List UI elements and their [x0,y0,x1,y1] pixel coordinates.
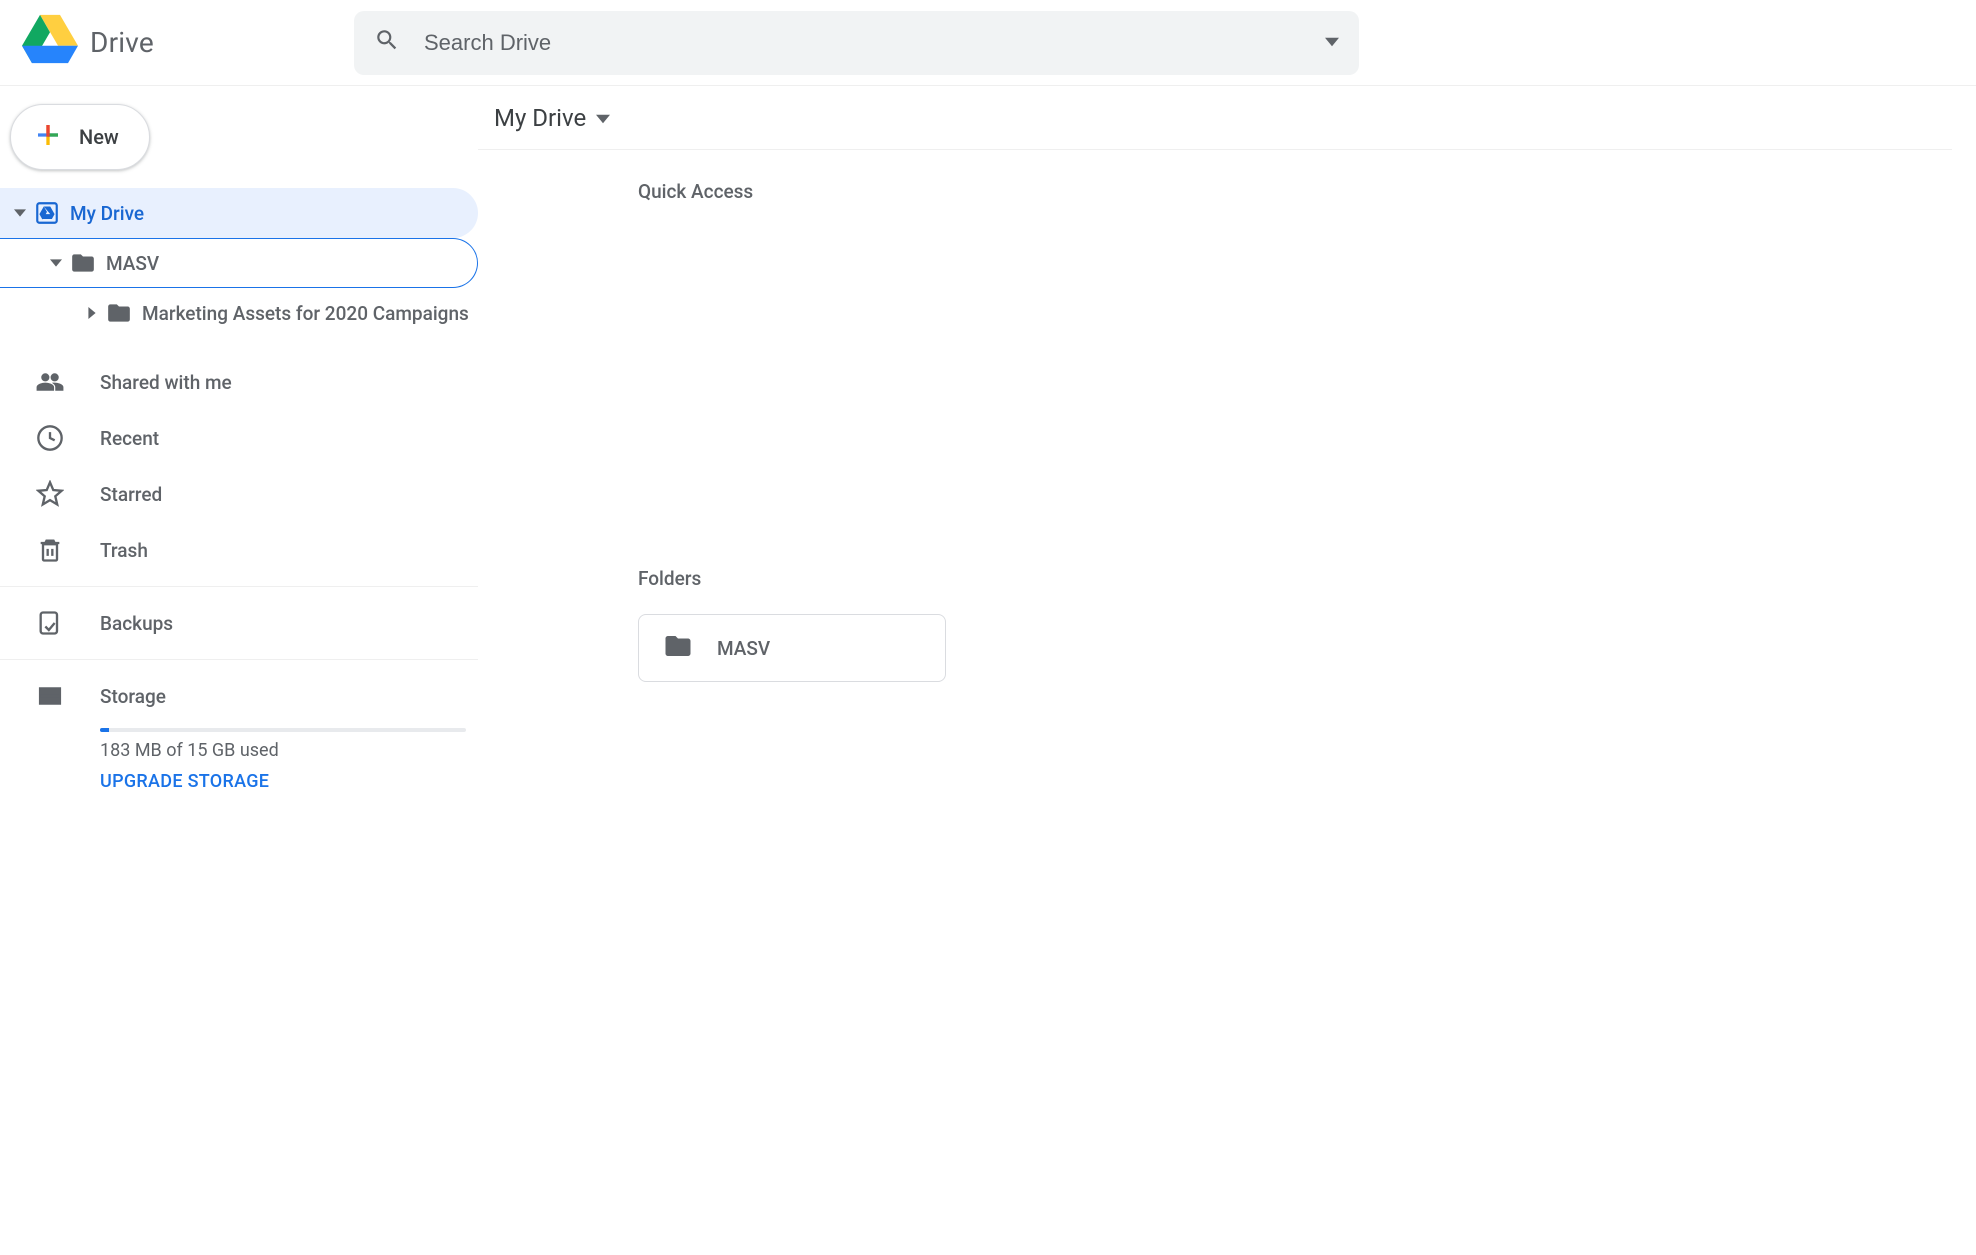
upgrade-storage-link[interactable]: UPGRADE STORAGE [100,771,478,792]
folder-icon [663,631,693,666]
star-icon [36,480,100,508]
search-icon [374,27,400,58]
backup-icon [36,609,100,637]
chevron-down-icon [596,104,610,132]
clock-icon [36,424,100,452]
drive-logo-icon [22,12,78,73]
drive-icon [34,200,70,226]
breadcrumb[interactable]: My Drive [494,104,610,132]
nav-label: Backups [100,612,173,635]
tree-item-label: MASV [106,252,159,275]
folder-card[interactable]: MASV [638,614,946,682]
folders-grid: MASV [638,614,1952,682]
chevron-down-icon[interactable] [6,207,34,219]
trash-icon [36,536,100,564]
tree-item-marketing-assets[interactable]: Marketing Assets for 2020 Campaigns [0,288,478,338]
tree-item-label: Marketing Assets for 2020 Campaigns [142,302,469,325]
people-icon [36,368,100,396]
search-bar[interactable] [354,11,1359,75]
app-name: Drive [90,26,154,59]
main-header: My Drive [478,86,1952,150]
nav-recent[interactable]: Recent [0,410,478,466]
new-button-label: New [79,125,119,149]
nav-label: Shared with me [100,371,232,394]
breadcrumb-label: My Drive [494,104,586,132]
nav-storage[interactable]: Storage [0,668,478,724]
nav-starred[interactable]: Starred [0,466,478,522]
nav-label: Storage [100,685,166,708]
nav-backups[interactable]: Backups [0,595,478,651]
tree-item-label: My Drive [70,202,144,225]
app-logo[interactable]: Drive [22,12,354,73]
folder-tree: My Drive MASV Marketing Assets for 2020 … [0,188,478,338]
folder-icon [70,250,106,276]
folder-icon [106,300,142,326]
storage-meter [100,728,466,732]
folder-name: MASV [717,637,770,660]
chevron-right-icon[interactable] [78,307,106,319]
nav-label: Starred [100,483,162,506]
storage-usage-text: 183 MB of 15 GB used [100,740,478,761]
folders-heading: Folders [638,567,1952,590]
main-content: My Drive Quick Access Folders MASV [478,86,1976,1255]
plus-icon [33,120,63,155]
tree-item-masv[interactable]: MASV [0,238,478,288]
search-input[interactable] [424,30,1325,56]
nav-shared-with-me[interactable]: Shared with me [0,354,478,410]
nav-label: Recent [100,427,159,450]
app-header: Drive [0,0,1976,86]
storage-icon [36,682,100,710]
chevron-down-icon[interactable] [42,257,70,269]
nav-label: Trash [100,539,148,562]
sidebar: New My Drive MASV [0,86,478,1255]
quick-access-area [478,227,1952,537]
search-options-icon[interactable] [1325,31,1339,54]
tree-item-my-drive[interactable]: My Drive [0,188,478,238]
quick-access-heading: Quick Access [638,180,1952,203]
nav-trash[interactable]: Trash [0,522,478,578]
new-button[interactable]: New [10,104,150,170]
